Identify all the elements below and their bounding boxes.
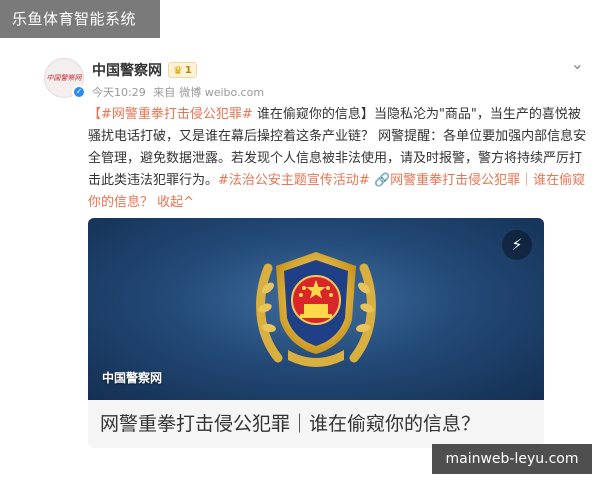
avatar[interactable]: 中国警察网 ✓ <box>44 58 86 99</box>
vip-level: 1 <box>184 64 192 76</box>
post-meta: 今天10:29 来自 微博 weibo.com <box>92 84 268 100</box>
link-card-title[interactable]: 网警重拳打击侵公犯罪｜谁在偷窥你的信息？ <box>88 400 544 448</box>
weibo-post-card: 中国警察网 ✓ 中国警察网 ♛ 1 今天10:29 来自 微博 weibo.com… <box>44 40 592 480</box>
hashtag-topic[interactable]: 【#网警重拳打击侵公犯罪# <box>88 107 253 122</box>
vip-badge[interactable]: ♛ 1 <box>168 62 197 78</box>
avatar-logo: 中国警察网 <box>46 74 82 82</box>
hashtag-campaign[interactable]: #法治公安主题宣传活动# <box>218 173 370 188</box>
police-emblem-icon <box>256 252 376 367</box>
lightning-icon[interactable]: ⚡ <box>502 230 532 260</box>
post-body: 【#网警重拳打击侵公犯罪# 谁在偷窥你的信息】当隐私沦为"商品"，当生产的喜悦被… <box>88 104 588 214</box>
collapse-link[interactable]: 收起^ <box>157 195 194 210</box>
author-name[interactable]: 中国警察网 <box>92 60 162 80</box>
article-cover-image[interactable]: ⚡ 中国警察网 <box>88 218 544 400</box>
author-row: 中国警察网 ♛ 1 <box>92 60 197 80</box>
chevron-down-icon[interactable]: ⌄ <box>571 54 584 73</box>
post-headline: 谁在偷窥你的信息】 <box>252 107 374 122</box>
post-time: 今天10:29 <box>92 86 146 99</box>
media-caption: 中国警察网 <box>102 371 163 385</box>
watermark-top: 乐鱼体育智能系统 <box>0 0 160 38</box>
post-source[interactable]: 微博 weibo.com <box>179 86 264 99</box>
verified-icon: ✓ <box>72 85 86 99</box>
watermark-bottom: mainweb-leyu.com <box>432 444 592 474</box>
source-prefix: 来自 <box>153 86 176 99</box>
crown-icon: ♛ <box>173 63 183 77</box>
